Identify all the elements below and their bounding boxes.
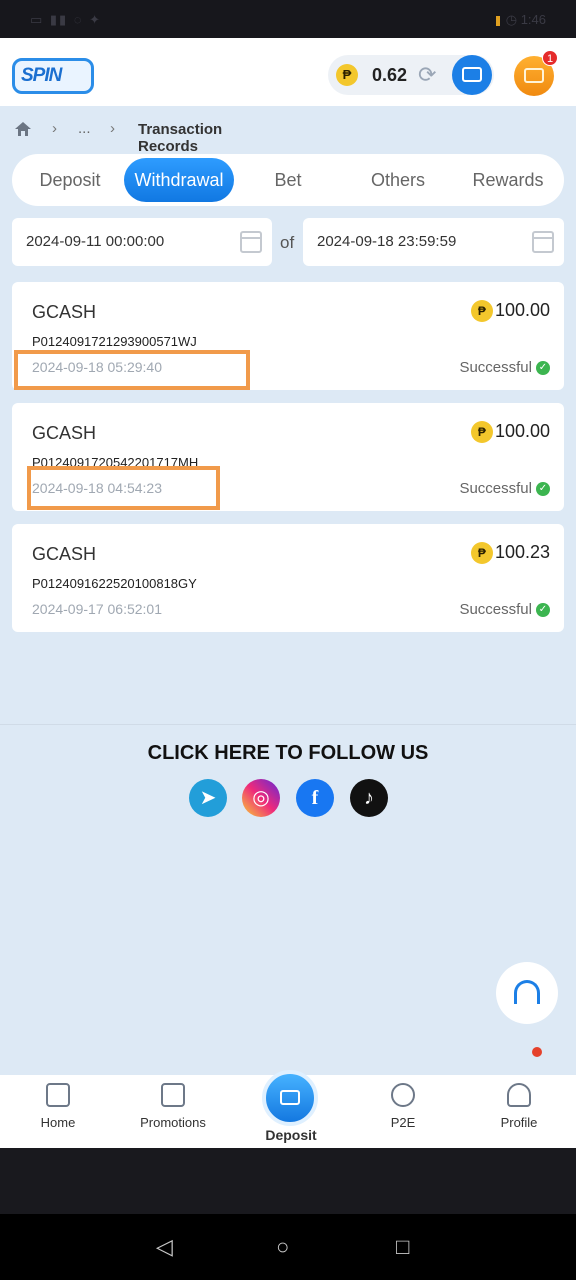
end-date-value: 2024-09-18 23:59:59	[317, 233, 457, 250]
telegram-icon[interactable]: ➤	[189, 779, 227, 817]
gift-icon	[524, 68, 544, 83]
top-header: SPIN ₱ 0.62 ⟳ 1	[0, 38, 576, 106]
status-icons-right: ◷ 1:46	[495, 12, 546, 28]
nav-home[interactable]: Home	[8, 1083, 108, 1130]
facebook-icon[interactable]: f	[296, 779, 334, 817]
wallet-icon	[462, 67, 482, 82]
check-icon: ✓	[536, 482, 550, 497]
nav-promotions[interactable]: Promotions	[123, 1083, 223, 1130]
refresh-icon[interactable]: ⟳	[418, 64, 440, 86]
profile-icon	[507, 1083, 531, 1107]
payment-method: GCASH	[32, 302, 97, 322]
peso-coin-icon: ₱	[470, 300, 493, 323]
nav-deposit-label[interactable]: Deposit	[241, 1127, 341, 1143]
tab-deposit[interactable]: Deposit	[18, 158, 122, 202]
back-icon[interactable]: ◁	[156, 1236, 173, 1258]
wallet-button[interactable]	[452, 55, 492, 95]
highlight-box	[14, 350, 250, 390]
record-type-tabs: Deposit Withdrawal Bet Others Rewards	[12, 154, 564, 206]
status-clock: ◷ 1:46	[505, 12, 546, 27]
chevron-right-icon: ›	[110, 120, 115, 137]
nav-profile[interactable]: Profile	[469, 1083, 569, 1130]
status-badge: Successful ✓	[459, 359, 550, 376]
end-date-field[interactable]: 2024-09-18 23:59:59	[303, 218, 564, 266]
notification-badge: 1	[542, 50, 558, 66]
page-title: Transaction Records	[138, 121, 223, 155]
battery-icon	[495, 15, 500, 26]
transaction-amount: ₱ 100.00	[470, 421, 550, 444]
section-divider	[0, 724, 576, 725]
status-text: Successful	[459, 601, 532, 618]
peso-coin-icon: ₱	[336, 64, 358, 86]
transaction-id: P0124091622520100818GY	[32, 576, 197, 591]
tab-bet[interactable]: Bet	[238, 158, 338, 202]
peso-coin-icon: ₱	[470, 421, 493, 444]
start-date-field[interactable]: 2024-09-11 00:00:00	[12, 218, 272, 266]
payment-method: GCASH	[32, 544, 97, 564]
tab-others[interactable]: Others	[348, 158, 448, 202]
payment-method: GCASH	[32, 423, 97, 443]
calendar-icon[interactable]	[532, 231, 554, 253]
date-range-separator: of	[280, 233, 295, 252]
deposit-button[interactable]	[262, 1070, 318, 1126]
status-text: Successful	[459, 480, 532, 497]
balance-value: 0.62	[372, 65, 408, 85]
amount-value: 100.23	[494, 542, 550, 562]
check-icon: ✓	[536, 603, 550, 618]
breadcrumb-ellipsis[interactable]: ...	[78, 120, 91, 137]
transaction-card[interactable]: GCASH ₱ 100.23 P0124091622520100818GY 202…	[12, 524, 564, 632]
status-badge: Successful ✓	[459, 480, 550, 497]
instagram-icon[interactable]: ◎	[242, 779, 280, 817]
tab-rewards[interactable]: Rewards	[458, 158, 558, 202]
status-icons-left: ▭ ▮▮ ◌ ✦	[30, 12, 103, 27]
app-screen: SPIN ₱ 0.62 ⟳ 1 › ... › Transaction Reco…	[0, 38, 576, 1148]
highlight-box	[27, 466, 220, 510]
transaction-amount: ₱ 100.00	[470, 300, 550, 323]
nav-home-label: Home	[40, 1115, 76, 1130]
calendar-icon[interactable]	[240, 231, 262, 253]
transaction-time: 2024-09-17 06:52:01	[32, 601, 162, 617]
transaction-id: P0124091721293900571WJ	[32, 334, 197, 349]
screen-bottom-area	[0, 1148, 576, 1214]
p2e-icon	[391, 1083, 415, 1107]
logo-text: SPIN	[21, 65, 62, 86]
nav-p2e[interactable]: P2E	[353, 1083, 453, 1130]
status-bar: ▭ ▮▮ ◌ ✦ ◷ 1:46	[0, 0, 576, 38]
transaction-amount: ₱ 100.23	[470, 542, 550, 565]
profile-notification-dot	[532, 1047, 542, 1057]
spin-logo[interactable]: SPIN	[12, 58, 94, 94]
chevron-right-icon: ›	[52, 120, 57, 137]
nav-p2e-label: P2E	[390, 1115, 416, 1130]
home-icon[interactable]	[14, 120, 32, 138]
balance-pill: ₱ 0.62 ⟳	[328, 55, 494, 95]
check-icon: ✓	[536, 361, 550, 376]
follow-us-heading[interactable]: CLICK HERE TO FOLLOW US	[0, 742, 576, 765]
system-navigation-bar: ◁ ○ □	[0, 1214, 576, 1280]
peso-coin-icon: ₱	[470, 542, 493, 565]
wallet-icon	[280, 1090, 300, 1105]
tiktok-icon[interactable]: ♪	[350, 779, 388, 817]
nav-profile-label: Profile	[500, 1115, 538, 1130]
customer-support-button[interactable]	[496, 962, 558, 1024]
start-date-value: 2024-09-11 00:00:00	[26, 233, 165, 250]
home-icon	[46, 1083, 70, 1107]
status-badge: Successful ✓	[459, 601, 550, 618]
status-text: Successful	[459, 359, 532, 376]
nav-promotions-label: Promotions	[140, 1115, 206, 1130]
amount-value: 100.00	[494, 300, 550, 320]
tab-withdrawal[interactable]: Withdrawal	[124, 158, 234, 202]
gift-icon	[161, 1083, 185, 1107]
home-circle-icon[interactable]: ○	[276, 1236, 289, 1258]
gift-button[interactable]: 1	[514, 50, 558, 96]
amount-value: 100.00	[494, 421, 550, 441]
headphones-icon	[514, 980, 540, 1004]
recents-icon[interactable]: □	[396, 1236, 409, 1258]
